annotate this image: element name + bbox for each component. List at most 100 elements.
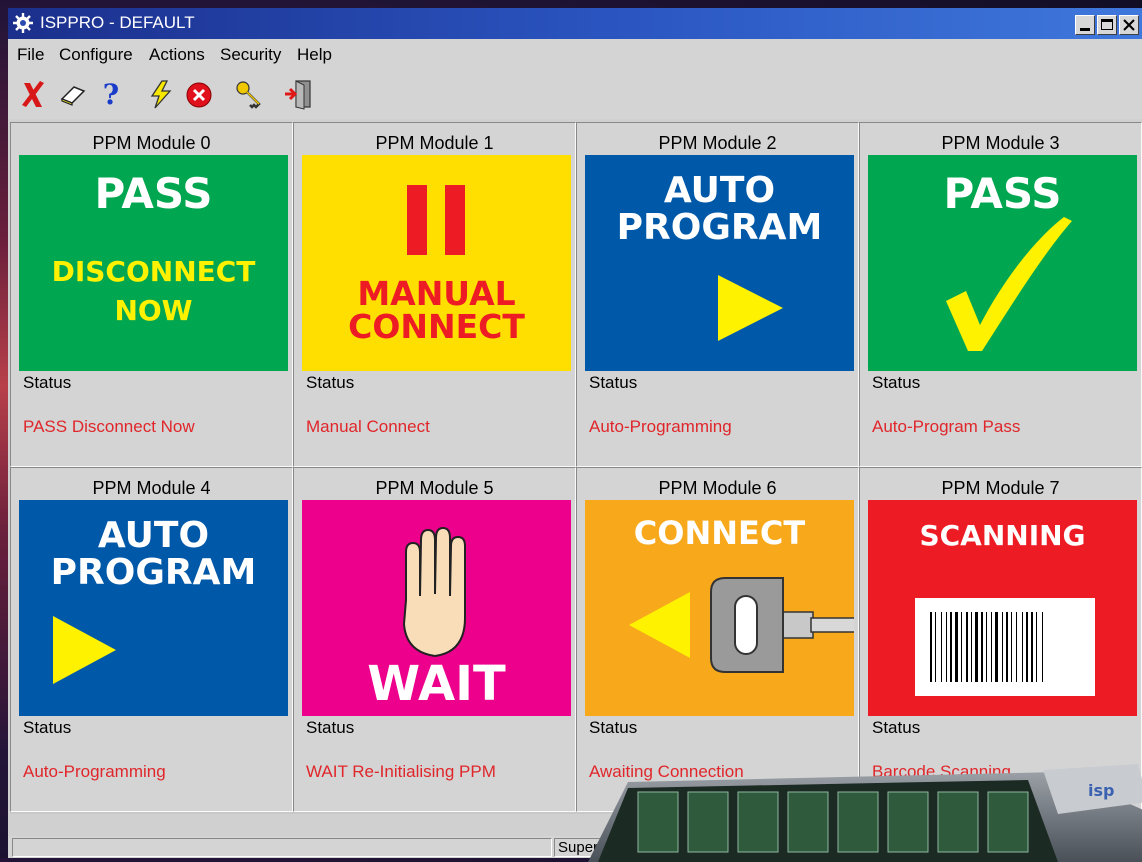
hardware-card: [787, 791, 829, 853]
barcode-bar: [995, 612, 998, 682]
module-title: PPM Module 4: [92, 478, 211, 498]
barcode-bar: [1011, 612, 1012, 682]
barcode-bar: [941, 612, 942, 682]
module-title: PPM Module 5: [375, 478, 494, 498]
barcode-bar: [961, 612, 962, 682]
module-card[interactable]: PPM Module 2 AUTO PROGRAM Status Auto-Pr…: [576, 122, 859, 467]
module-card[interactable]: PPM Module 3 PASS Status Auto-Program Pa…: [859, 122, 1142, 467]
maximize-icon: [1101, 19, 1113, 30]
menu-help[interactable]: Help: [297, 45, 332, 65]
barcode-bar: [966, 612, 968, 682]
barcode-bar: [930, 612, 932, 682]
barcode-bar: [1036, 612, 1037, 682]
exit-door-icon[interactable]: [282, 77, 316, 111]
module-title: PPM Module 1: [375, 133, 494, 153]
module-status-panel: MANUAL CONNECT: [302, 155, 571, 371]
status-value: Auto-Programming: [23, 762, 166, 781]
close-button[interactable]: [1119, 15, 1139, 35]
module-status-panel: AUTO PROGRAM: [19, 500, 288, 716]
status-label: Status: [23, 373, 72, 392]
barcode-bar: [935, 612, 936, 682]
cable-connector-icon: [629, 577, 854, 673]
svg-text:isp: isp: [1088, 781, 1114, 800]
status-value: WAIT Re-Initialising PPM: [306, 762, 496, 781]
hardware-card: [987, 791, 1029, 853]
toolbar: ?: [8, 71, 1142, 119]
barcode-bar: [971, 612, 972, 682]
title-bar[interactable]: ISPPRO - DEFAULT: [8, 8, 1142, 39]
module-status-panel: WAIT: [302, 500, 571, 716]
status-value: PASS Disconnect Now: [23, 417, 195, 436]
barcode-bar: [991, 612, 992, 682]
module-status-panel: PASS: [868, 155, 1137, 371]
panel-text: PASS: [94, 169, 213, 218]
status-label: Status: [872, 718, 921, 737]
keys-icon[interactable]: [232, 77, 266, 111]
barcode-bar: [1031, 612, 1033, 682]
barcode-bar: [981, 612, 983, 682]
barcode-bar: [950, 612, 952, 682]
module-status-panel: CONNECT: [585, 500, 854, 716]
barcode-bar: [1016, 612, 1017, 682]
status-label: Status: [23, 718, 72, 737]
status-pane: [12, 838, 552, 857]
menu-actions[interactable]: Actions: [149, 45, 205, 65]
hardware-card: [687, 791, 729, 853]
window-title: ISPPRO - DEFAULT: [40, 13, 195, 32]
panel-text: DISCONNECT: [51, 255, 256, 288]
lightning-icon[interactable]: [144, 77, 178, 111]
module-grid: PPM Module 0 PASS DISCONNECT NOW Status …: [10, 122, 1142, 814]
eraser-icon[interactable]: [56, 77, 90, 111]
barcode-bar: [946, 612, 947, 682]
minimize-button[interactable]: [1075, 15, 1095, 35]
status-label: Status: [306, 718, 355, 737]
app-window: ISPPRO - DEFAULT File Configure Actions …: [8, 8, 1142, 858]
red-x-icon[interactable]: [16, 77, 50, 111]
menu-file[interactable]: File: [17, 45, 44, 65]
module-title: PPM Module 0: [92, 133, 211, 153]
panel-text: CONNECT: [348, 307, 525, 346]
barcode-bar: [1026, 612, 1028, 682]
gear-icon[interactable]: [12, 12, 34, 34]
module-title: PPM Module 2: [658, 133, 777, 153]
barcode-bar: [1042, 612, 1043, 682]
module-status-panel: SCANNING: [868, 500, 1137, 716]
status-label: Status: [589, 373, 638, 392]
module-title: PPM Module 6: [658, 478, 777, 498]
module-card[interactable]: PPM Module 5 WAIT Status WAIT Re-Initial…: [293, 467, 576, 812]
stop-icon[interactable]: [182, 77, 216, 111]
barcode-bar: [1006, 612, 1008, 682]
barcode-icon: [915, 598, 1095, 696]
checkmark-icon: [946, 217, 1072, 351]
menu-bar: File Configure Actions Security Help: [8, 39, 1142, 71]
barcode-bar: [1022, 612, 1023, 682]
module-title: PPM Module 3: [941, 133, 1060, 153]
programmer-hardware-image: isp: [588, 764, 1142, 862]
hardware-card: [637, 791, 679, 853]
module-status-panel: AUTO PROGRAM: [585, 155, 854, 371]
play-arrow-icon: [718, 275, 783, 341]
module-card[interactable]: PPM Module 0 PASS DISCONNECT NOW Status …: [10, 122, 293, 467]
status-value: Manual Connect: [306, 417, 430, 436]
panel-text: NOW: [114, 294, 193, 327]
minimize-icon: [1080, 28, 1090, 31]
play-arrow-icon: [53, 616, 116, 684]
hardware-card: [887, 791, 929, 853]
svg-text:?: ?: [103, 78, 119, 111]
module-title: PPM Module 7: [941, 478, 1060, 498]
help-icon[interactable]: ?: [94, 77, 128, 111]
maximize-button[interactable]: [1097, 15, 1117, 35]
barcode-bar: [975, 612, 978, 682]
status-label: Status: [872, 373, 921, 392]
status-value: Auto-Program Pass: [872, 417, 1021, 436]
status-label: Status: [306, 373, 355, 392]
module-card[interactable]: PPM Module 4 AUTO PROGRAM Status Auto-Pr…: [10, 467, 293, 812]
close-icon: [1123, 19, 1135, 31]
menu-configure[interactable]: Configure: [59, 45, 133, 65]
panel-text: MANUAL: [357, 274, 516, 313]
barcode-bar: [1002, 612, 1003, 682]
module-card[interactable]: PPM Module 1 MANUAL CONNECT Status Manua…: [293, 122, 576, 467]
menu-security[interactable]: Security: [220, 45, 281, 65]
status-value: Auto-Programming: [589, 417, 732, 436]
barcode-bar: [955, 612, 958, 682]
